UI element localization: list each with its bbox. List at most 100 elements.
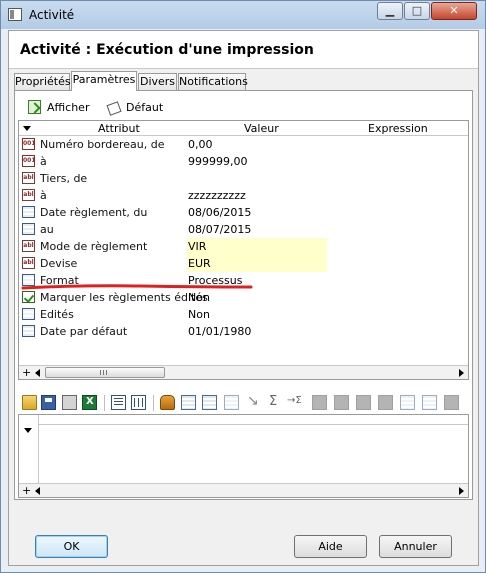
grid-row[interactable]: abl Tiers, de [19,170,468,187]
scroll-left-icon[interactable] [35,369,40,377]
dialog-window: Activité ▁ □ ✕ Activité : Exécution d'un… [0,0,486,573]
grid-row[interactable]: 001 Numéro bordereau, de 0,00 [19,136,468,153]
row-valeur[interactable]: zzzzzzzzzz [188,189,246,202]
ok-button[interactable]: OK [35,535,108,558]
text-field-icon: abl [22,240,35,252]
help-button[interactable]: Aide [294,535,367,558]
column-menu-icon[interactable] [23,126,31,131]
grid-row[interactable]: Date règlement, du 08/06/2015 [19,204,468,221]
row-valeur[interactable]: 01/01/1980 [188,325,251,338]
numeric-field-icon: 001 [22,138,35,150]
save-icon[interactable] [41,395,56,410]
column-valeur[interactable]: Valeur [244,122,279,135]
column-view-icon[interactable] [131,395,146,410]
results-horizontal-scrollbar[interactable]: + [19,483,468,497]
grid-row[interactable]: 001 à 999999,00 [19,153,468,170]
toolbar-separator [153,395,154,411]
scroll-thumb[interactable] [45,367,165,378]
grid-row[interactable]: au 08/07/2015 [19,221,468,238]
collapse-icon[interactable] [246,393,261,410]
tab-divers[interactable]: Divers [138,73,177,91]
grid-rows-icon[interactable] [224,395,239,410]
list-field-icon [22,308,35,320]
excel-export-icon[interactable] [82,395,97,410]
gray-block-icon[interactable] [312,395,327,410]
gray-block-icon[interactable] [356,395,371,410]
chevron-down-icon[interactable] [24,428,32,433]
row-attribut: Date par défaut [40,325,128,338]
grid-row[interactable]: abl Mode de règlement VIR [19,238,468,255]
column-expression[interactable]: Expression [368,122,428,135]
row-attribut: Devise [40,257,78,270]
app-icon [8,8,22,21]
red-annotation-underline [21,284,253,290]
tab-notifications[interactable]: Notifications [178,73,248,91]
results-row-header [19,415,39,483]
row-attribut: Edités [40,308,74,321]
maximize-button[interactable]: □ [404,2,430,20]
row-valeur[interactable]: VIR [188,240,206,253]
row-attribut: Mode de règlement [40,240,148,253]
grid-header: Attribut Valeur Expression [19,121,468,136]
defaut-label: Défaut [126,100,164,114]
minimize-button[interactable]: ▁ [377,2,403,20]
scroll-right-icon[interactable] [459,369,464,377]
row-valeur[interactable]: Non [188,308,210,321]
window-title: Activité [29,8,75,22]
print-icon[interactable] [62,395,77,410]
parameters-grid: Attribut Valeur Expression 001 Numéro bo… [18,120,469,380]
grid-horizontal-scrollbar[interactable]: + [19,365,468,379]
results-toolbar [18,393,469,413]
row-attribut: Date règlement, du [40,206,148,219]
grid-icon[interactable] [422,395,437,410]
grid-columns-icon[interactable] [202,395,217,410]
column-attribut[interactable]: Attribut [98,122,140,135]
toolbar-separator [104,395,105,411]
row-valeur[interactable]: 08/07/2015 [188,223,251,236]
cancel-button[interactable]: Annuler [379,535,452,558]
row-valeur[interactable]: EUR [188,257,211,270]
gray-block-icon[interactable] [444,395,459,410]
database-icon[interactable] [160,395,175,410]
grid-icon[interactable] [400,395,415,410]
parametres-panel: Afficher Défaut Attribut Valeur Expressi… [14,90,473,500]
defaut-button[interactable]: Défaut [107,97,163,117]
results-panel: + [18,414,469,498]
grid-row[interactable]: Date par défaut 01/01/1980 [19,323,468,340]
dialog-client-area: Activité : Exécution d'une impression Pr… [8,30,479,566]
gray-block-icon[interactable] [334,395,349,410]
tab-proprietes[interactable]: Propriétés [14,73,71,91]
row-valeur[interactable]: 999999,00 [188,155,248,168]
grid-icon[interactable] [181,395,196,410]
row-attribut: à [40,189,47,202]
sum-icon[interactable] [267,394,282,410]
scroll-right-icon[interactable] [459,487,464,495]
date-field-icon [22,223,35,235]
title-bar[interactable]: Activité ▁ □ ✕ [1,1,485,29]
row-valeur[interactable]: 0,00 [188,138,213,151]
grid-row[interactable]: Marquer les règlements édités Non [19,289,468,306]
heading-area: Activité : Exécution d'une impression [9,31,478,69]
row-valeur[interactable]: 08/06/2015 [188,206,251,219]
gray-block-icon[interactable] [378,395,393,410]
afficher-button[interactable]: Afficher [28,97,89,117]
grid-row[interactable]: Edités Non [19,306,468,323]
text-field-icon: abl [22,172,35,184]
text-field-icon: abl [22,257,35,269]
open-folder-icon[interactable] [22,395,37,410]
tab-parametres[interactable]: Paramètres [71,71,137,91]
close-button[interactable]: ✕ [431,2,477,20]
row-valeur[interactable]: Non [188,291,210,304]
scroll-left-icon[interactable] [35,487,40,495]
row-attribut: à [40,155,47,168]
grid-row[interactable]: abl à zzzzzzzzzz [19,187,468,204]
grid-row[interactable]: abl Devise EUR [19,255,468,272]
expand-plus-icon[interactable]: + [22,484,31,497]
afficher-label: Afficher [47,100,90,114]
form-view-icon[interactable] [111,395,126,410]
eraser-icon [107,100,120,114]
expand-plus-icon[interactable]: + [22,366,31,379]
results-column-header [39,415,468,425]
subtotal-icon[interactable] [287,395,302,410]
numeric-field-icon: 001 [22,155,35,167]
